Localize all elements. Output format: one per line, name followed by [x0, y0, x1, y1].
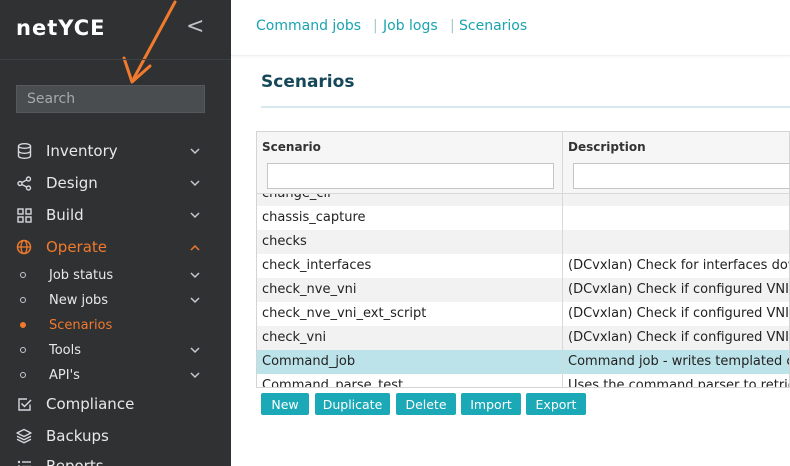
sidebar-item-label: Reports — [46, 457, 104, 466]
globe-icon — [16, 239, 32, 255]
table-row[interactable]: check_nve_vni (DCvxlan) Check if configu… — [257, 278, 790, 302]
sidebar-item-compliance[interactable]: Compliance — [0, 390, 231, 418]
chevron-down-icon — [190, 145, 200, 158]
sidebar-subitem-tools[interactable]: Tools — [0, 339, 231, 361]
table-row[interactable]: check_interfaces (DCvxlan) Check for int… — [257, 254, 790, 278]
sidebar-item-backups[interactable]: Backups — [0, 422, 231, 450]
delete-button[interactable]: Delete — [396, 393, 456, 415]
main-content: Command jobs | Job logs | Scenarios Scen… — [231, 0, 790, 466]
table-body: change_cli chassis_capture checks check_… — [257, 194, 790, 388]
sidebar-item-label: Operate — [46, 238, 108, 256]
duplicate-button[interactable]: Duplicate — [315, 393, 390, 415]
sidebar-item-design[interactable]: Design — [0, 169, 231, 197]
database-icon — [16, 143, 32, 159]
sidebar-item-label: Compliance — [46, 395, 135, 413]
column-divider — [562, 132, 563, 387]
table-row[interactable]: chassis_capture — [257, 206, 789, 230]
description-cell: (DCvxlan) Check if configured VNI's o — [568, 282, 790, 297]
sidebar-item-label: Build — [46, 206, 84, 224]
search-input[interactable] — [16, 85, 205, 113]
table-row[interactable]: check_vni (DCvxlan) Check if configured … — [257, 326, 790, 350]
description-cell: (DCvxlan) Check for interfaces down — [568, 258, 790, 273]
page-title: Scenarios — [261, 72, 355, 92]
share-nodes-icon — [16, 175, 32, 191]
sidebar-item-operate[interactable]: Operate — [0, 233, 231, 261]
bullet-icon — [20, 272, 26, 278]
scenario-cell: Command_job — [262, 354, 356, 369]
description-cell: (DCvxlan) Check if configured VNI's o — [568, 330, 790, 345]
scenario-cell: check_nve_vni_ext_script — [262, 306, 427, 321]
description-cell: Uses the command parser to retrieve — [568, 378, 790, 388]
column-header-description[interactable]: Description — [568, 140, 646, 154]
breadcrumb: Command jobs | Job logs | Scenarios — [231, 0, 790, 56]
sidebar: netYCE < Inventory — [0, 0, 231, 466]
sidebar-item-inventory[interactable]: Inventory — [0, 137, 231, 165]
bullet-icon — [20, 322, 26, 328]
sidebar-item-label: Backups — [46, 427, 109, 445]
sidebar-item-build[interactable]: Build — [0, 201, 231, 229]
table-row[interactable]: checks — [257, 230, 789, 254]
description-cell: Command job - writes templated co — [568, 354, 790, 369]
description-cell: (DCvxlan) Check if configured VNI's o — [568, 306, 790, 321]
breadcrumb-separator: | — [373, 18, 378, 34]
checkbox-icon — [16, 396, 32, 412]
chevron-down-icon — [190, 344, 200, 357]
bullet-icon — [20, 347, 26, 353]
sidebar-subitem-label: API's — [49, 367, 80, 383]
layers-icon — [16, 428, 32, 444]
column-header-scenario[interactable]: Scenario — [262, 140, 321, 154]
sidebar-subitem-new-jobs[interactable]: New jobs — [0, 289, 231, 311]
scenario-filter-input[interactable] — [267, 163, 554, 189]
chevron-down-icon — [190, 177, 200, 190]
table-row[interactable]: check_nve_vni_ext_script (DCvxlan) Check… — [257, 302, 790, 326]
collapse-sidebar-button[interactable]: < — [186, 14, 204, 39]
app-window: netYCE < Inventory — [0, 0, 790, 466]
table-row[interactable]: Command_parse_test Uses the command pars… — [257, 374, 790, 388]
scenario-cell: check_vni — [262, 330, 327, 345]
table-header: Scenario Description — [257, 132, 789, 194]
chevron-down-icon — [190, 269, 200, 282]
new-button[interactable]: New — [261, 393, 309, 415]
import-button[interactable]: Import — [461, 393, 521, 415]
scenario-cell: checks — [262, 234, 307, 249]
netyce-logo: netYCE — [16, 16, 106, 40]
chevron-up-icon — [190, 241, 200, 254]
breadcrumb-command-jobs[interactable]: Command jobs — [256, 18, 361, 34]
list-icon — [16, 458, 32, 466]
sidebar-subitem-job-status[interactable]: Job status — [0, 264, 231, 286]
chevron-down-icon — [190, 294, 200, 307]
sidebar-subitem-scenarios[interactable]: Scenarios — [0, 314, 231, 336]
sidebar-item-label: Design — [46, 174, 98, 192]
sidebar-subitem-apis[interactable]: API's — [0, 364, 231, 386]
table-row[interactable]: change_cli — [257, 194, 789, 206]
sidebar-subitem-label: Tools — [49, 342, 82, 358]
breadcrumb-separator: | — [450, 18, 455, 34]
sidebar-subitem-label: Scenarios — [49, 317, 113, 333]
export-button[interactable]: Export — [526, 393, 586, 415]
scenario-cell: check_nve_vni — [262, 282, 357, 297]
table-row-selected[interactable]: Command_job Command job - writes templat… — [257, 350, 790, 374]
sidebar-item-label: Inventory — [46, 142, 118, 160]
bullet-icon — [20, 297, 26, 303]
sidebar-item-reports[interactable]: Reports — [0, 452, 231, 466]
bullet-icon — [20, 372, 26, 378]
scenario-cell: chassis_capture — [262, 210, 366, 225]
scenario-cell: change_cli — [262, 194, 331, 201]
scenario-cell: check_interfaces — [262, 258, 372, 273]
sidebar-divider — [0, 59, 231, 60]
breadcrumb-scenarios[interactable]: Scenarios — [459, 18, 527, 34]
sidebar-subitem-label: Job status — [49, 267, 114, 283]
chevron-down-icon — [190, 369, 200, 382]
breadcrumb-job-logs[interactable]: Job logs — [383, 18, 438, 34]
title-divider — [261, 106, 790, 108]
scenarios-table: Scenario Description change_cli chassis_… — [256, 131, 790, 388]
chevron-down-icon — [190, 209, 200, 222]
scenario-cell: Command_parse_test — [262, 378, 404, 388]
grid-blocks-icon — [16, 207, 32, 223]
sidebar-subitem-label: New jobs — [49, 292, 109, 308]
description-filter-input[interactable] — [573, 163, 789, 189]
